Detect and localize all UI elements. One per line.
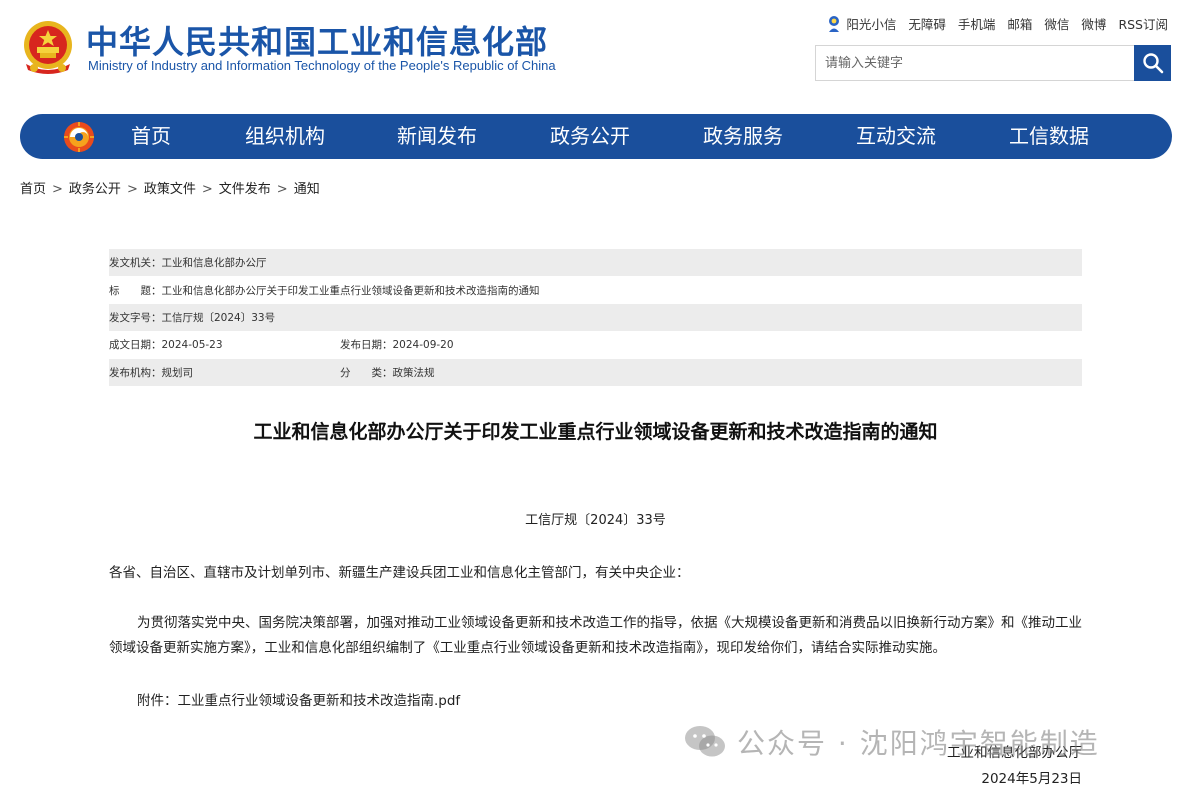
wechat-link[interactable]: 微信 — [1044, 14, 1069, 33]
site-title-chinese: 中华人民共和国工业和信息化部 — [86, 23, 549, 61]
doc-number-value: 工信厅规〔2024〕33号 — [161, 311, 276, 324]
nav-organization[interactable]: 组织机构 — [245, 114, 325, 159]
document-number: 工信厅规〔2024〕33号 — [525, 513, 666, 528]
document-addressee: 各省、自治区、直辖市及计划单列市、新疆生产建设兵团工业和信息化主管部门，有关中央… — [109, 565, 690, 581]
breadcrumb-policy-documents[interactable]: 政策文件 — [144, 182, 196, 197]
accessibility-link[interactable]: 无障碍 — [908, 14, 946, 33]
search-icon — [1142, 53, 1163, 74]
issuer-label: 发文机关： — [109, 257, 162, 270]
category-label: 分 类： — [340, 366, 393, 379]
breadcrumb-notice[interactable]: 通知 — [294, 182, 320, 197]
meta-row-title: 标 题： 工业和信息化部办公厅关于印发工业重点行业领域设备更新和技术改造指南的通… — [109, 276, 1082, 303]
meta-row-issuer: 发文机关： 工业和信息化部办公厅 — [109, 249, 1082, 277]
document-date: 2024年5月23日 — [981, 771, 1082, 787]
ministry-logo-icon[interactable] — [62, 120, 96, 154]
category-value: 政策法规 — [392, 366, 435, 379]
breadcrumb-document-release[interactable]: 文件发布 — [219, 182, 271, 197]
search-input[interactable] — [816, 46, 1134, 80]
breadcrumb-separator: > — [126, 182, 138, 197]
meta-row-org: 发布机构： 规划司 分 类： 政策法规 — [109, 358, 1082, 386]
nav-government-services[interactable]: 政务服务 — [703, 114, 783, 159]
search-box — [815, 45, 1171, 81]
sunshine-link-label[interactable]: 阳光小信 — [846, 14, 896, 33]
published-date-label: 发布日期： — [340, 339, 393, 352]
sunshine-link[interactable]: 阳光小信 — [826, 14, 896, 33]
mascot-icon — [829, 15, 840, 32]
nav-news[interactable]: 新闻发布 — [397, 114, 477, 159]
nav-data[interactable]: 工信数据 — [1009, 114, 1089, 159]
attachment-label: 附件： — [137, 693, 178, 709]
national-emblem-logo[interactable] — [20, 18, 76, 76]
wechat-icon — [685, 726, 725, 757]
breadcrumb-government-affairs[interactable]: 政务公开 — [69, 182, 121, 197]
document-meta-table: 发文机关： 工业和信息化部办公厅 标 题： 工业和信息化部办公厅关于印发工业重点… — [109, 249, 1082, 386]
meta-row-dates: 成文日期： 2024-05-23 发布日期： 2024-09-20 — [109, 331, 1082, 358]
breadcrumb-home[interactable]: 首页 — [20, 182, 46, 197]
created-date-label: 成文日期： — [109, 339, 162, 352]
published-date-value: 2024-09-20 — [392, 338, 454, 351]
document-title: 工业和信息化部办公厅关于印发工业重点行业领域设备更新和技术改造指南的通知 — [253, 421, 938, 443]
title-label: 标 题： — [109, 284, 162, 297]
breadcrumb-separator: > — [276, 182, 288, 197]
attachment-pdf-link[interactable]: 工业重点行业领域设备更新和技术改造指南.pdf — [178, 693, 461, 709]
nav-government-affairs[interactable]: 政务公开 — [550, 114, 630, 159]
mailbox-link[interactable]: 邮箱 — [1007, 14, 1032, 33]
document-signer: 工业和信息化部办公厅 — [947, 745, 1082, 761]
breadcrumb-separator: > — [52, 182, 63, 197]
nav-interaction[interactable]: 互动交流 — [856, 114, 936, 159]
main-nav: 首页 组织机构 新闻发布 政务公开 政务服务 互动交流 工信数据 — [20, 114, 1172, 159]
site-title-english: Ministry of Industry and Information Tec… — [88, 58, 556, 73]
meta-row-doc-number: 发文字号： 工信厅规〔2024〕33号 — [109, 303, 1082, 332]
doc-number-label: 发文字号： — [109, 311, 162, 324]
rss-link[interactable]: RSS订阅 — [1118, 14, 1168, 33]
breadcrumb: 首页 > 政务公开 > 政策文件 > 文件发布 > 通知 — [20, 178, 320, 197]
weibo-link[interactable]: 微博 — [1081, 14, 1106, 33]
document-body-paragraph: 为贯彻落实党中央、国务院决策部署，加强对推动工业领域设备更新和技术改造工作的指导… — [109, 615, 1082, 656]
created-date-value: 2024-05-23 — [161, 338, 223, 351]
breadcrumb-separator: > — [201, 182, 213, 197]
search-button[interactable] — [1134, 45, 1171, 81]
mobile-link[interactable]: 手机端 — [958, 14, 996, 33]
issuer-value: 工业和信息化部办公厅 — [161, 257, 267, 270]
attachment-line: 附件：工业重点行业领域设备更新和技术改造指南.pdf — [137, 689, 460, 709]
top-links: 阳光小信 无障碍 手机端 邮箱 微信 微博 RSS订阅 — [826, 14, 1168, 33]
title-value: 工业和信息化部办公厅关于印发工业重点行业领域设备更新和技术改造指南的通知 — [161, 284, 540, 297]
nav-home[interactable]: 首页 — [131, 114, 171, 159]
publishing-org-label: 发布机构： — [109, 366, 162, 379]
publishing-org-value: 规划司 — [161, 366, 194, 379]
